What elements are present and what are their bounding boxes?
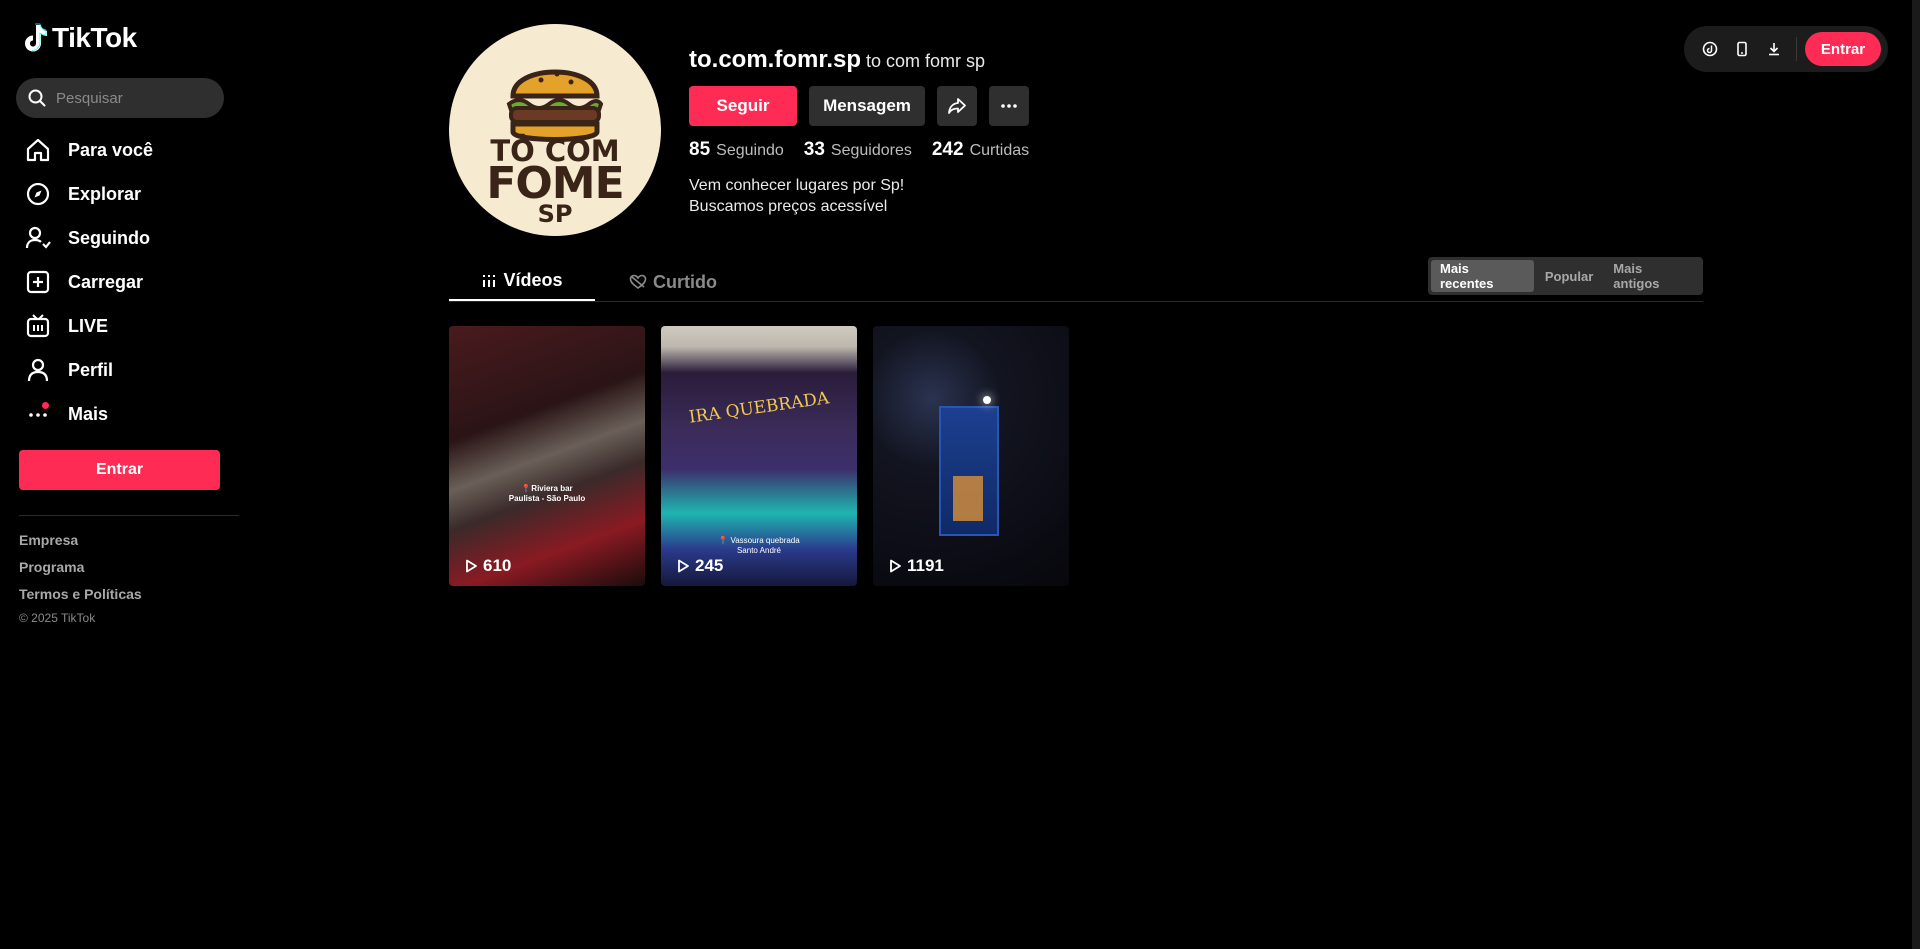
page-scrollbar[interactable]: [1912, 0, 1920, 949]
search-input[interactable]: [56, 89, 206, 107]
nickname: to com fomr sp: [866, 51, 986, 71]
share-icon: [948, 98, 966, 114]
sidebar-item-perfil[interactable]: Perfil: [16, 348, 236, 392]
footer-link-empresa[interactable]: Empresa: [19, 532, 142, 559]
sidebar-item-label: Mais: [68, 403, 109, 424]
notification-dot: [42, 402, 49, 409]
profile-icon: [24, 356, 52, 384]
sidebar-item-para-voce[interactable]: Para você: [16, 128, 236, 172]
view-count-value: 1191: [907, 556, 944, 575]
sidebar-item-label: Perfil: [68, 359, 114, 380]
sidebar-item-label: LIVE: [68, 315, 109, 336]
tiktok-logo[interactable]: TikTok: [22, 22, 137, 54]
message-button[interactable]: Mensagem: [809, 86, 925, 126]
sidebar-item-live[interactable]: LIVE: [16, 304, 236, 348]
sidebar-item-label: Explorar: [68, 183, 142, 204]
avatar[interactable]: TÔ COM FOME SP: [449, 24, 661, 236]
search-bar[interactable]: [16, 78, 224, 118]
view-count: 610: [463, 556, 511, 576]
copyright: © 2025 TikTok: [19, 611, 96, 625]
caption-line: Santo André: [736, 546, 782, 555]
follow-button[interactable]: Seguir: [689, 86, 797, 126]
top-actions-bar: Entrar: [1684, 26, 1888, 72]
profile-stats: 85 Seguindo 33 Seguidores 242 Curtidas: [689, 139, 1029, 161]
sidebar-item-label: Carregar: [68, 271, 144, 292]
search-icon: [28, 89, 46, 107]
sidebar-item-explorar[interactable]: Explorar: [16, 172, 236, 216]
share-button[interactable]: [937, 86, 977, 126]
sidebar-item-mais[interactable]: Mais: [16, 392, 236, 436]
bio-line: Vem conhecer lugares por Sp!: [689, 177, 905, 194]
avatar-line-3: SP: [537, 200, 573, 228]
sidebar-login-button[interactable]: Entrar: [19, 450, 220, 490]
sidebar-item-label: Para você: [68, 139, 154, 160]
tab-liked[interactable]: Curtido: [629, 262, 717, 302]
footer-link-programa[interactable]: Programa: [19, 559, 142, 586]
sidebar-item-carregar[interactable]: Carregar: [16, 260, 236, 304]
sidebar-item-seguindo[interactable]: Seguindo: [16, 216, 236, 260]
download-icon[interactable]: [1758, 33, 1790, 65]
tab-label: Curtido: [653, 271, 717, 292]
sort-oldest[interactable]: Mais antigos: [1604, 260, 1700, 292]
tiktok-logo-icon: [25, 23, 47, 52]
view-count: 245: [675, 556, 723, 576]
view-count-value: 245: [695, 556, 724, 575]
profile-bio: Vem conhecer lugares por Sp! Buscamos pr…: [689, 175, 904, 217]
play-icon: [466, 559, 477, 573]
footer-link-termos[interactable]: Termos e Políticas: [19, 586, 142, 613]
stat-likes: 242 Curtidas: [932, 139, 1029, 161]
sidebar-divider: [19, 515, 239, 516]
topbar-divider: [1796, 37, 1797, 61]
upload-icon: [24, 268, 52, 296]
stat-label: Seguidores: [830, 142, 912, 159]
video-card[interactable]: IRA QUEBRADA 📍 Vassoura quebrada Santo A…: [661, 326, 857, 586]
video-thumbnail-light: [983, 396, 991, 404]
sort-selector: Mais recentes Popular Mais antigos: [1428, 257, 1703, 295]
caption-line: Paulista - São Paulo: [508, 494, 586, 503]
ellipsis-icon: [1001, 104, 1017, 108]
stat-label: Curtidas: [969, 142, 1030, 159]
stat-value: 242: [931, 139, 964, 160]
topbar-login-button[interactable]: Entrar: [1805, 32, 1881, 66]
sidebar-nav: Para você Explorar Seguindo Carregar LIV…: [16, 128, 236, 436]
compass-icon: [24, 180, 52, 208]
grid-icon: [483, 274, 496, 287]
view-count: 1191: [887, 556, 944, 576]
sidebar-item-label: Seguindo: [68, 227, 150, 248]
video-thumbnail-window: [953, 476, 983, 521]
stat-following[interactable]: 85 Seguindo: [689, 139, 784, 161]
stat-value: 85: [689, 139, 711, 160]
profile-actions: Seguir Mensagem: [689, 86, 1029, 126]
tab-label: Vídeos: [503, 270, 563, 290]
following-icon: [24, 224, 52, 252]
live-icon: [24, 312, 52, 340]
video-grid: 📍Riviera bar Paulista - São Paulo 610 IR…: [449, 326, 1069, 586]
tab-videos[interactable]: Vídeos: [449, 262, 595, 301]
play-icon: [678, 559, 689, 573]
home-icon: [24, 136, 52, 164]
sidebar: TikTok Para você Explorar Seguindo Carre…: [0, 0, 240, 949]
view-count-value: 610: [483, 556, 512, 575]
liked-heart-icon: [629, 274, 647, 289]
stat-label: Seguindo: [716, 142, 784, 159]
stat-value: 33: [803, 139, 825, 160]
bio-line: Buscamos preços acessível: [689, 198, 888, 215]
footer-links: Empresa Programa Termos e Políticas: [19, 532, 142, 613]
video-card[interactable]: 1191: [873, 326, 1069, 586]
video-caption: 📍Riviera bar Paulista - São Paulo: [449, 484, 645, 504]
more-options-button[interactable]: [989, 86, 1029, 126]
coins-icon[interactable]: [1694, 33, 1726, 65]
stat-followers[interactable]: 33 Seguidores: [804, 139, 912, 161]
sort-popular[interactable]: Popular: [1536, 260, 1602, 292]
caption-line: 📍Riviera bar: [521, 484, 573, 493]
video-caption: 📍 Vassoura quebrada Santo André: [661, 536, 857, 556]
username: to.com.fomr.sp: [689, 46, 862, 73]
app-name: TikTok: [52, 22, 137, 53]
caption-line: 📍 Vassoura quebrada: [718, 536, 800, 545]
phone-icon[interactable]: [1726, 33, 1758, 65]
sort-most-recent[interactable]: Mais recentes: [1431, 260, 1534, 292]
video-sign-text: IRA QUEBRADA: [687, 388, 831, 428]
play-icon: [890, 559, 901, 573]
video-card[interactable]: 📍Riviera bar Paulista - São Paulo 610: [449, 326, 645, 586]
